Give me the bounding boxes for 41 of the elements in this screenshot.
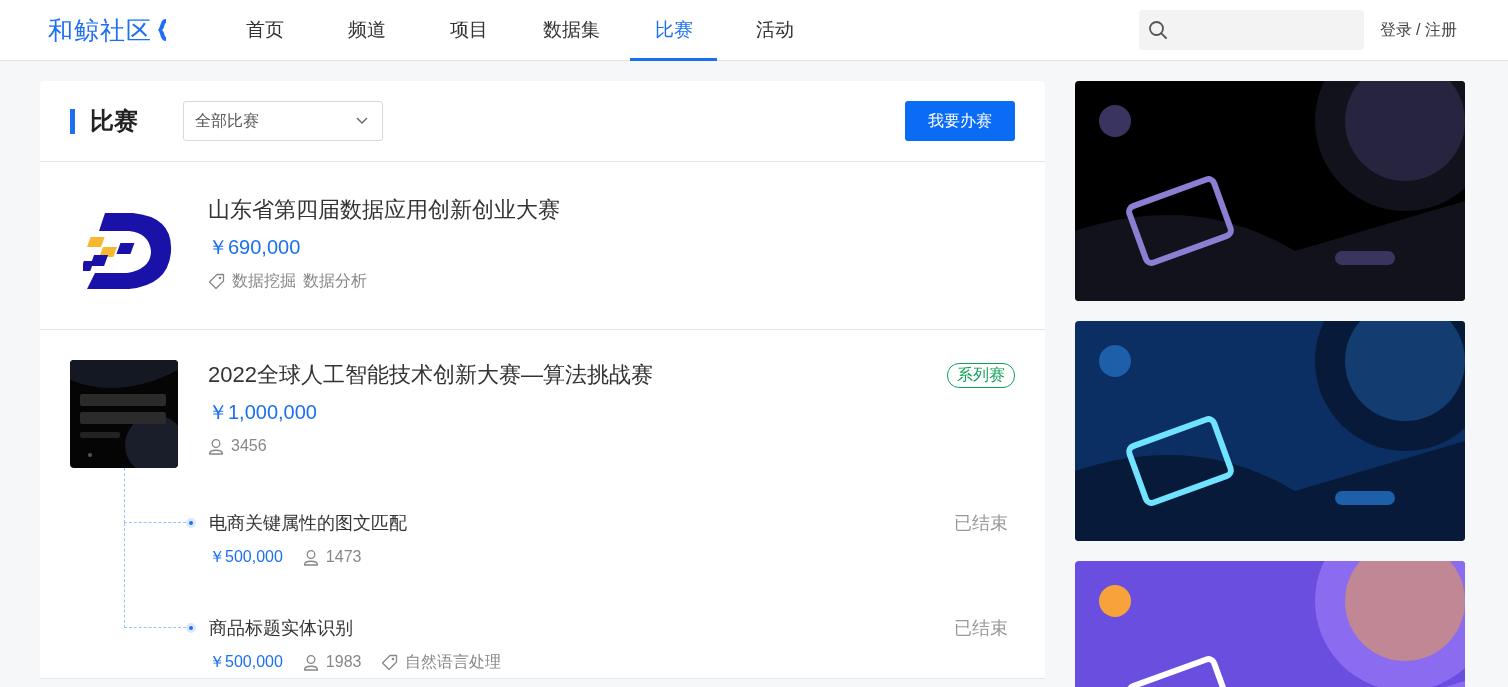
status-label: 已结束 <box>954 512 1008 535</box>
site-logo[interactable]: 和鲸社区 <box>48 13 152 47</box>
accent-bar <box>70 108 75 134</box>
section-title: 比赛 <box>90 106 138 136</box>
nav-tab[interactable]: 首页 <box>214 0 316 61</box>
tag-label: 自然语言处理 <box>405 651 502 672</box>
person-icon <box>302 548 319 566</box>
participant-count: 3456 <box>231 437 267 455</box>
node-dot <box>186 518 196 528</box>
nav-tab[interactable]: 项目 <box>418 0 520 61</box>
nav-tab[interactable]: 比赛 <box>630 0 717 61</box>
prize-amount: ￥500,000 <box>209 546 283 567</box>
series-badge: 系列赛 <box>947 362 1015 388</box>
tag-icon <box>208 272 225 290</box>
subcompetition-title[interactable]: 电商关键属性的图文匹配 <box>209 511 407 535</box>
nav-tab[interactable]: 频道 <box>316 0 418 61</box>
login-register-link[interactable]: 登录 / 注册 <box>1379 19 1457 41</box>
participant-count: 1473 <box>325 548 362 566</box>
status-label: 已结束 <box>954 617 1008 640</box>
nav-tab[interactable]: 活动 <box>724 0 826 61</box>
chevron-down-icon <box>356 117 368 125</box>
search-icon <box>1147 20 1168 40</box>
participant-count: 1983 <box>325 653 362 671</box>
category-dropdown[interactable]: 全部比赛 <box>183 101 383 141</box>
prize-amount: ￥1,000,000 <box>208 401 317 423</box>
host-competition-button[interactable]: 我要办赛 <box>905 101 1015 141</box>
tag-label: 数据挖掘 <box>232 270 296 291</box>
prize-amount: ￥500,000 <box>209 651 283 672</box>
competition-title[interactable]: 山东省第四届数据应用创新创业大赛 <box>208 195 560 225</box>
subcompetition-title[interactable]: 商品标题实体识别 <box>209 616 353 640</box>
logo-mark-icon <box>156 17 168 43</box>
tag-label: 数据分析 <box>303 270 367 291</box>
competition-title[interactable]: 2022全球人工智能技术创新大赛—算法挑战赛 <box>208 360 653 390</box>
dropdown-value: 全部比赛 <box>195 110 259 131</box>
person-icon <box>208 437 224 455</box>
person-icon <box>302 653 319 671</box>
node-dot <box>186 623 196 633</box>
search-field[interactable] <box>1138 10 1364 50</box>
tag-icon <box>381 653 399 671</box>
prize-amount: ￥690,000 <box>208 236 301 258</box>
nav-tab[interactable]: 数据集 <box>520 0 622 61</box>
